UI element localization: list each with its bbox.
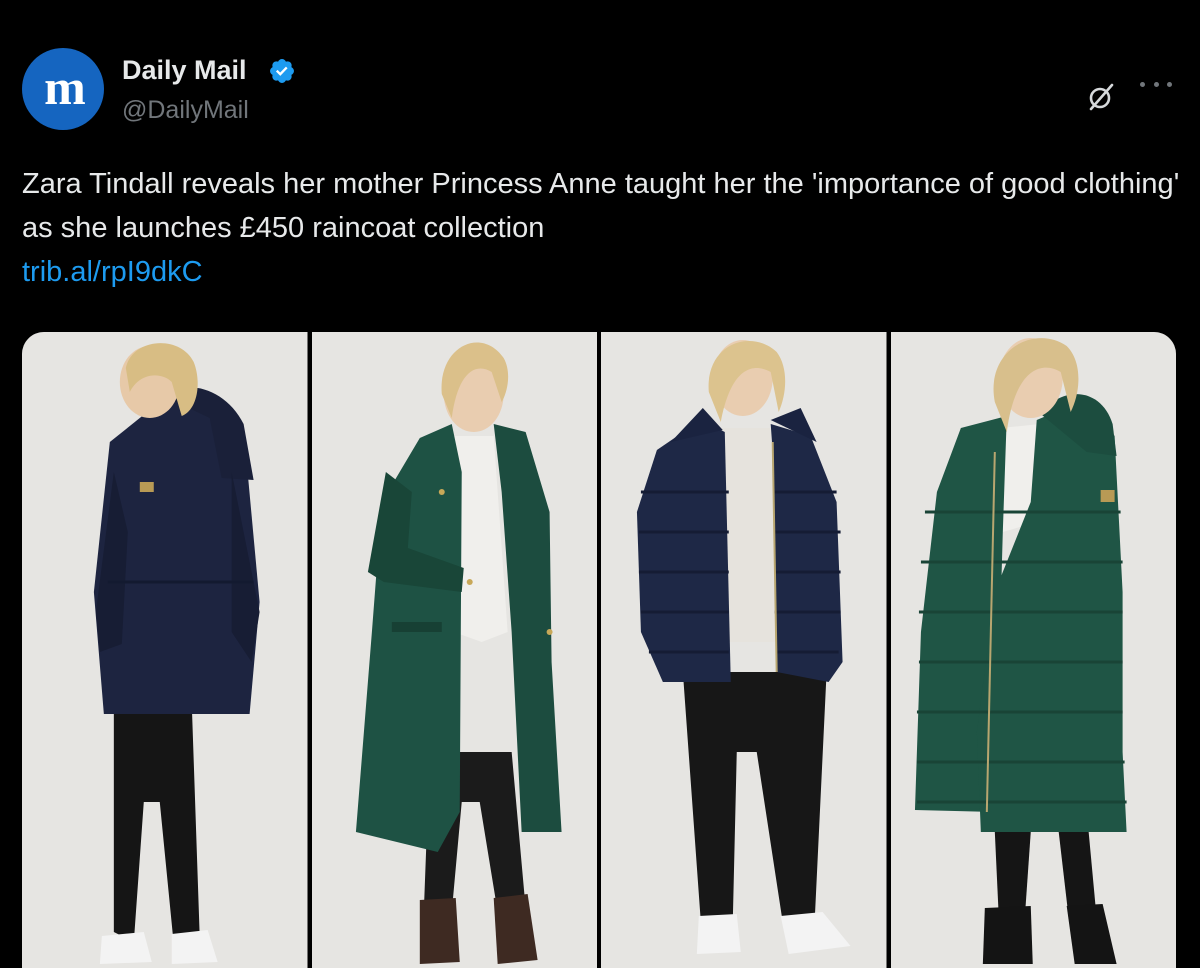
- media-photo-3[interactable]: [601, 332, 887, 968]
- tweet[interactable]: m Daily Mail @DailyMail Zara Tindall rev…: [0, 0, 1200, 968]
- photo-navy-parka-back: [22, 332, 308, 968]
- more-dot: [1167, 81, 1172, 87]
- tweet-link[interactable]: trib.al/rpI9dkC: [22, 256, 203, 288]
- photo-green-long-coat: [311, 332, 597, 968]
- tweet-body: Zara Tindall reveals her mother Princess…: [22, 168, 1180, 244]
- media-photo-1[interactable]: [22, 332, 308, 968]
- photo-navy-puffer: [601, 332, 887, 968]
- more-dot: [1140, 81, 1145, 87]
- media-grid: [22, 332, 1176, 968]
- author-name[interactable]: Daily Mail: [122, 55, 247, 86]
- photo-green-long-puffer: [890, 332, 1176, 968]
- media-photo-2[interactable]: [311, 332, 597, 968]
- tweet-text: Zara Tindall reveals her mother Princess…: [22, 162, 1182, 294]
- verified-badge-icon: [270, 59, 294, 83]
- more-options-icon[interactable]: [1140, 74, 1172, 94]
- author-handle[interactable]: @DailyMail: [122, 96, 249, 125]
- more-dot: [1153, 81, 1159, 87]
- author-avatar[interactable]: m: [22, 48, 104, 130]
- avatar-letter: m: [44, 59, 86, 115]
- grok-icon[interactable]: [1086, 82, 1116, 112]
- media-photo-4[interactable]: [890, 332, 1176, 968]
